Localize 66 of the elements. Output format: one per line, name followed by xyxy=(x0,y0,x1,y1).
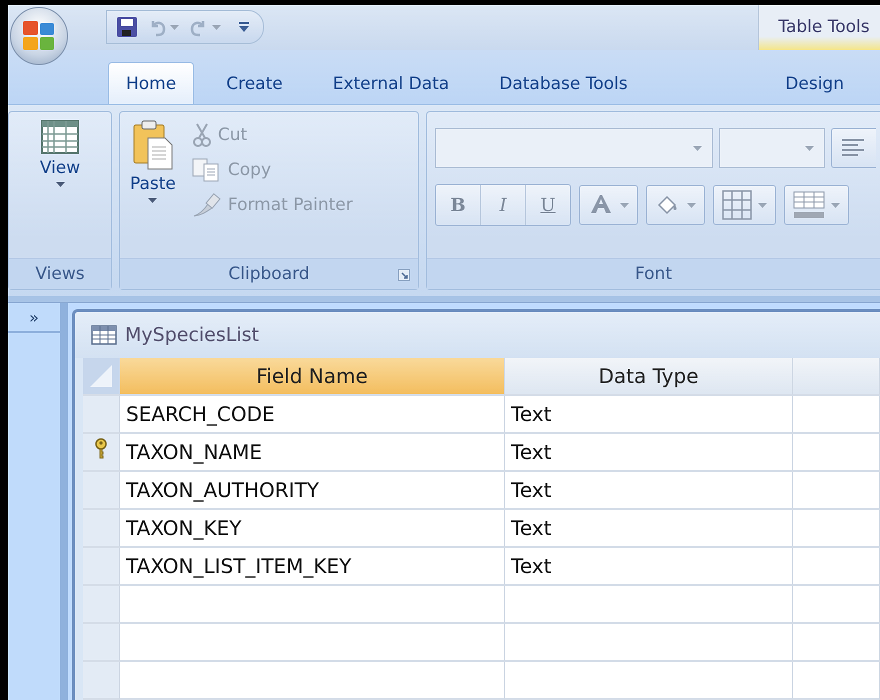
dialog-launcher-icon[interactable] xyxy=(398,269,410,281)
paintbrush-icon xyxy=(192,192,222,218)
customize-icon[interactable] xyxy=(239,21,249,34)
grid-icon xyxy=(722,190,752,220)
alternate-fill-icon xyxy=(793,191,825,220)
caret-icon xyxy=(805,146,814,151)
table-cell[interactable] xyxy=(120,586,505,624)
group-label: Views xyxy=(9,258,111,289)
table-cell[interactable] xyxy=(120,624,505,662)
caret-icon xyxy=(620,202,629,208)
caret-icon xyxy=(758,202,767,208)
caret-icon xyxy=(148,198,158,204)
table-cell[interactable] xyxy=(793,434,880,472)
view-button[interactable]: View xyxy=(30,112,90,258)
caret-icon xyxy=(693,146,702,151)
scissors-icon xyxy=(192,122,212,148)
table-cell[interactable]: TAXON_AUTHORITY xyxy=(120,472,505,510)
corner-triangle-icon xyxy=(90,365,112,387)
ribbon-tab[interactable]: External Data xyxy=(314,62,468,104)
table-cell[interactable]: Text xyxy=(505,510,793,548)
column-header[interactable]: Data Type xyxy=(505,358,793,396)
select-all-button[interactable] xyxy=(83,358,120,396)
document-title: MySpeciesList xyxy=(125,324,259,346)
table-cell[interactable] xyxy=(120,662,505,700)
ribbon-tab[interactable]: Database Tools xyxy=(481,62,646,104)
table-cell[interactable] xyxy=(793,472,880,510)
nav-pane-toggle[interactable]: » xyxy=(8,303,60,333)
table-cell[interactable] xyxy=(505,662,793,700)
row-selector[interactable] xyxy=(83,434,120,472)
caret-icon xyxy=(687,202,696,208)
paste-button[interactable]: Paste xyxy=(120,112,186,258)
caret-icon xyxy=(212,24,221,30)
table-cell[interactable]: TAXON_KEY xyxy=(120,510,505,548)
ribbon-tab[interactable]: Design xyxy=(767,62,862,104)
table-cell[interactable]: TAXON_NAME xyxy=(120,434,505,472)
contextual-tab-group: Table Tools xyxy=(758,5,880,50)
group-label: Clipboard xyxy=(228,264,310,284)
table-cell[interactable] xyxy=(793,624,880,662)
column-header[interactable] xyxy=(793,358,880,396)
table-cell[interactable] xyxy=(793,396,880,434)
table-cell[interactable] xyxy=(793,510,880,548)
ribbon-tab[interactable]: Create xyxy=(208,62,301,104)
clipboard-icon xyxy=(132,120,173,170)
key-icon xyxy=(95,438,107,460)
caret-icon xyxy=(170,24,179,30)
ribbon-tab[interactable]: Home xyxy=(108,62,194,104)
table-cell[interactable] xyxy=(793,548,880,586)
table-cell[interactable] xyxy=(505,586,793,624)
table-cell[interactable]: TAXON_LIST_ITEM_KEY xyxy=(120,548,505,586)
office-logo-icon xyxy=(22,20,56,52)
table-icon xyxy=(41,120,79,154)
column-header[interactable]: Field Name xyxy=(120,358,505,396)
table-cell[interactable] xyxy=(505,624,793,662)
group-label: Font xyxy=(427,258,880,289)
save-icon xyxy=(117,17,137,38)
table-cell[interactable] xyxy=(793,586,880,624)
table-cell[interactable]: Text xyxy=(505,548,793,586)
table-cell[interactable]: Text xyxy=(505,472,793,510)
table-cell[interactable]: SEARCH_CODE xyxy=(120,396,505,434)
table-icon xyxy=(91,325,117,345)
save-button[interactable] xyxy=(115,15,139,40)
caret-icon xyxy=(56,182,64,188)
caret-icon xyxy=(831,202,840,208)
table-cell[interactable]: Text xyxy=(505,434,793,472)
table-cell[interactable]: Text xyxy=(505,396,793,434)
table-cell[interactable] xyxy=(793,662,880,700)
